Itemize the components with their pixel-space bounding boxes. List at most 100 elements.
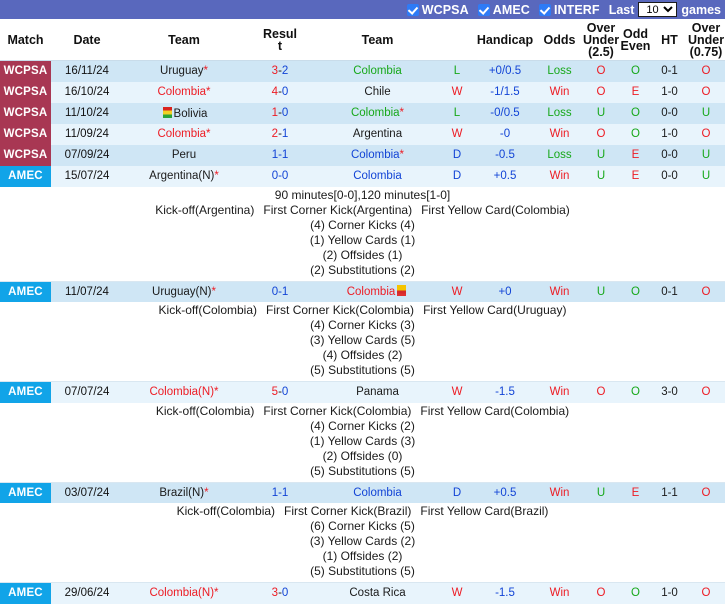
team-away-cell[interactable]: Colombia — [315, 482, 440, 503]
team-home-name: Brazil(N) — [159, 486, 205, 499]
table-row[interactable]: AMEC 29/06/24 Colombia(N)* 3-0 Costa Rica W -1… — [0, 582, 725, 604]
table-row[interactable]: WCPSA 16/11/24 Uruguay* 3-2 Colombia L +0/0.5 L… — [0, 60, 725, 82]
odds-result-value: Win — [549, 128, 570, 140]
table-row[interactable]: WCPSA 16/10/24 Colombia* 4-0 Chile W -1/1.5 Win… — [0, 81, 725, 103]
score-value: 1-1 — [271, 149, 289, 161]
team-away-cell[interactable]: Colombia* — [315, 144, 440, 166]
col-header-odd-even[interactable]: Odd Even — [619, 19, 652, 61]
score-value: 5-0 — [271, 386, 289, 399]
competition-badge[interactable]: AMEC — [0, 582, 51, 604]
table-row[interactable]: AMEC 11/07/24 Uruguay(N)* 0-1 Colombia W +0 Win… — [0, 281, 725, 302]
col-header-match[interactable]: Match — [0, 19, 51, 61]
handicap-line: +0/0.5 — [474, 60, 536, 82]
over-under-25: U — [583, 144, 619, 166]
odds-result: Win — [536, 381, 583, 403]
odd-even-value: E — [631, 149, 640, 161]
team-home-name: Uruguay(N) — [152, 285, 212, 298]
table-row[interactable]: AMEC 03/07/24 Brazil(N)* 1-1 Colombia D +0.5 Wi… — [0, 482, 725, 503]
filter-wcpsa[interactable]: WCPSA — [406, 2, 469, 17]
team-away-cell[interactable]: Colombia* — [315, 102, 440, 124]
table-row[interactable]: WCPSA 11/10/24 Bolivia 1-0 Colombia* L -0/0.5 L… — [0, 102, 725, 124]
team-home-cell[interactable]: Colombia(N)* — [123, 381, 245, 403]
detail-stat: (2) Offsides (0) — [322, 448, 403, 463]
team-home-cell[interactable]: Uruguay* — [123, 60, 245, 82]
competition-badge[interactable]: WCPSA — [0, 123, 51, 145]
odd-even-value: O — [631, 386, 640, 399]
score-value: 4-0 — [271, 86, 289, 98]
checkbox-interf[interactable] — [538, 3, 551, 16]
competition-badge[interactable]: AMEC — [0, 381, 51, 403]
team-home-name: Colombia(N) — [149, 587, 215, 600]
col-header-odds[interactable]: Odds — [536, 19, 583, 61]
col-header-ht[interactable]: HT — [652, 19, 687, 61]
table-row[interactable]: WCPSA 11/09/24 Colombia* 2-1 Argentina W -0 Win… — [0, 123, 725, 145]
competition-badge[interactable]: AMEC — [0, 281, 51, 302]
detail-event: First Yellow Card(Colombia) — [420, 403, 570, 418]
oe-line2: Even — [620, 38, 651, 53]
detail-minutes: 90 minutes[0-0],120 minutes[1-0] — [274, 187, 451, 202]
team-home-cell[interactable]: Argentina(N)* — [123, 165, 245, 187]
col-header-result[interactable]: Resul t — [245, 19, 315, 61]
team-home-cell[interactable]: Brazil(N)* — [123, 482, 245, 503]
over-under-075-value: O — [701, 486, 711, 499]
team-away-cell[interactable]: Colombia — [315, 281, 440, 302]
table-row[interactable]: AMEC 15/07/24 Argentina(N)* 0-0 Colombia D +0.… — [0, 165, 725, 187]
col-header-over-under-25[interactable]: Over Under (2.5) — [583, 19, 619, 61]
team-away-cell[interactable]: Costa Rica — [315, 582, 440, 604]
home-advantage-star: * — [399, 107, 405, 119]
odds-result: Loss — [536, 144, 583, 166]
half-time-score-value: 1-1 — [661, 486, 678, 499]
handicap-line: +0.5 — [474, 482, 536, 503]
filter-wcpsa-label: WCPSA — [421, 2, 469, 17]
table-header: Match Date Team Resul t Team Handicap Od… — [0, 19, 725, 61]
team-home-cell[interactable]: Uruguay(N)* — [123, 281, 245, 302]
filter-interf[interactable]: INTERF — [538, 3, 600, 17]
filter-amec[interactable]: AMEC — [477, 3, 530, 17]
match-detail-content: 90 minutes[0-0],120 minutes[1-0] Kick-off… — [0, 188, 725, 278]
team-away-cell[interactable]: Panama — [315, 381, 440, 403]
odd-even-value: O — [631, 285, 640, 298]
competition-badge[interactable]: WCPSA — [0, 81, 51, 103]
competition-badge[interactable]: WCPSA — [0, 144, 51, 166]
odd-even: O — [619, 582, 652, 604]
match-detail-cell: Kick-off(Colombia) First Corner Kick(Colo… — [0, 302, 725, 382]
checkbox-amec[interactable] — [477, 3, 490, 16]
col-header-team-right[interactable]: Team — [315, 19, 440, 61]
odd-even: E — [619, 165, 652, 187]
team-away-cell[interactable]: Argentina — [315, 123, 440, 145]
table-row[interactable]: WCPSA 07/09/24 Peru 1-1 Colombia* D -0.5 Loss U E… — [0, 144, 725, 166]
team-away-cell[interactable]: Colombia — [315, 60, 440, 82]
col-header-team-left[interactable]: Team — [123, 19, 245, 61]
handicap-line-value: -1/1.5 — [490, 86, 520, 98]
team-home-cell[interactable]: Colombia* — [123, 81, 245, 103]
checkbox-wcpsa[interactable] — [406, 3, 419, 16]
detail-first-events: Kick-off(Colombia) First Corner Kick(Colo… — [2, 404, 723, 419]
competition-badge[interactable]: WCPSA — [0, 102, 51, 124]
over-under-25-value: U — [596, 285, 606, 298]
games-count-select[interactable]: 61020 — [638, 2, 678, 17]
team-home-cell[interactable]: Peru — [123, 144, 245, 166]
half-time-score: 0-0 — [652, 165, 687, 187]
team-away-cell[interactable]: Chile — [315, 81, 440, 103]
competition-badge[interactable]: AMEC — [0, 165, 51, 187]
team-home-cell[interactable]: Colombia(N)* — [123, 582, 245, 604]
detail-stat: (1) Yellow Cards (1) — [309, 232, 416, 247]
over-under-075-value: O — [701, 386, 711, 399]
match-detail-row: Kick-off(Colombia) First Corner Kick(Colo… — [0, 402, 725, 483]
header-row: Match Date Team Resul t Team Handicap Od… — [0, 19, 725, 61]
over-under-075-value: O — [701, 86, 711, 98]
team-home-cell[interactable]: Colombia* — [123, 123, 245, 145]
col-header-handicap[interactable]: Handicap — [474, 19, 536, 61]
competition-badge[interactable]: WCPSA — [0, 60, 51, 82]
half-time-score: 0-1 — [652, 60, 687, 82]
team-away-cell[interactable]: Colombia — [315, 165, 440, 187]
odd-even-value: O — [631, 65, 640, 78]
col-header-date[interactable]: Date — [51, 19, 123, 61]
team-home-cell[interactable]: Bolivia — [123, 102, 245, 124]
table-row[interactable]: AMEC 07/07/24 Colombia(N)* 5-0 Panama W -1.5 Wi… — [0, 381, 725, 403]
half-time-score: 1-1 — [652, 482, 687, 503]
detail-event: First Corner Kick(Colombia) — [263, 403, 412, 418]
competition-badge[interactable]: AMEC — [0, 482, 51, 503]
col-header-over-under-075[interactable]: Over Under (0.75) — [687, 19, 725, 61]
odd-even: O — [619, 381, 652, 403]
